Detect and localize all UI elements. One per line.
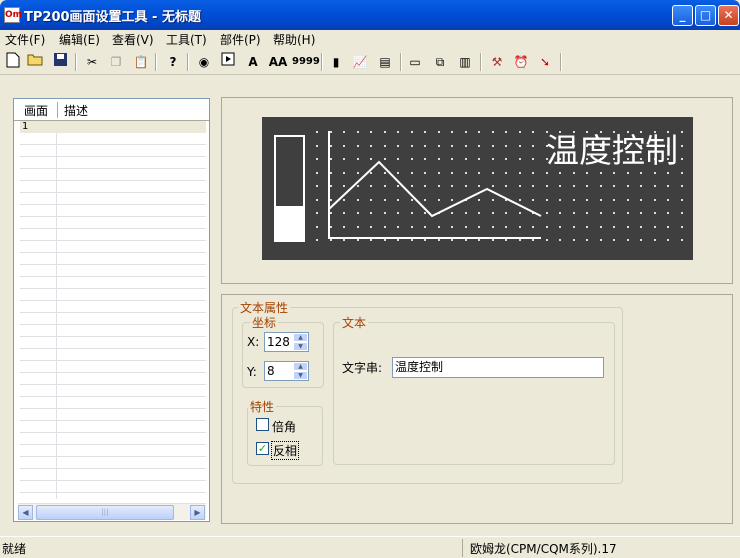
screen-list-header: 画面 描述 xyxy=(14,99,209,121)
x-label: X: xyxy=(247,335,260,349)
scroll-thumb[interactable]: ||| xyxy=(36,505,174,520)
lcd-trend-line[interactable] xyxy=(328,160,542,218)
rectangle-icon[interactable]: ▭ xyxy=(405,52,425,72)
menu-tools[interactable]: 工具(T) xyxy=(166,31,207,48)
maximize-button[interactable]: □ xyxy=(695,5,716,26)
keypad-icon[interactable]: ▥ xyxy=(455,52,475,72)
open-folder-icon[interactable] xyxy=(26,52,46,72)
paste-icon[interactable]: 📋 xyxy=(131,52,151,72)
cut-icon[interactable]: ✂ xyxy=(82,52,102,72)
table-row[interactable]: 1 xyxy=(20,121,206,133)
screen-list[interactable]: 画面 描述 1 ◀ ||| ▶ xyxy=(13,98,210,522)
lcd-text[interactable]: 温度控制 xyxy=(546,130,692,170)
screen-number: 1 xyxy=(22,121,29,132)
menu-view[interactable]: 查看(V) xyxy=(112,31,154,48)
status-bar: 就绪 欧姆龙(CPM/CQM系列).17 xyxy=(0,536,740,558)
text-large-icon[interactable]: AA xyxy=(266,52,290,72)
coord-title: 坐标 xyxy=(250,314,279,331)
toolbar: ✂ ❐ 📋 ? ◉ A AA 9999 ▮ 📈 ▤ ▭ ⧉ ▥ ⚒ ⏰ ➘ xyxy=(0,49,740,75)
traits-title: 特性 xyxy=(248,398,277,415)
alarm-clock-icon[interactable]: ⏰ xyxy=(511,52,531,72)
y-value: 8 xyxy=(267,364,275,378)
copy-icon[interactable]: ❐ xyxy=(106,52,126,72)
x-up-icon[interactable]: ▲ xyxy=(293,333,308,342)
string-label: 文字串: xyxy=(342,361,383,375)
scroll-right-icon[interactable]: ▶ xyxy=(190,505,205,520)
double-size-checkbox[interactable] xyxy=(256,418,269,431)
column-screen[interactable]: 画面 xyxy=(20,102,58,118)
scroll-left-icon[interactable]: ◀ xyxy=(18,505,33,520)
menu-parts[interactable]: 部件(P) xyxy=(220,31,261,48)
play-icon[interactable] xyxy=(218,52,238,72)
x-spinner[interactable]: 128 ▲ ▼ xyxy=(264,332,309,352)
alarm-list-icon[interactable]: ▤ xyxy=(375,52,395,72)
lamp-icon[interactable]: ◉ xyxy=(194,52,214,72)
double-size-label: 倍角 xyxy=(272,420,297,434)
download-arrow-icon[interactable]: ➘ xyxy=(535,52,555,72)
status-device: 欧姆龙(CPM/CQM系列).17 xyxy=(470,542,617,556)
minimize-button[interactable]: _ xyxy=(672,5,693,26)
numeric-display-icon[interactable]: 9999 xyxy=(292,52,320,72)
invert-checkbox[interactable]: ✓ xyxy=(256,442,269,455)
x-down-icon[interactable]: ▼ xyxy=(293,342,308,351)
invert-label: 反相 xyxy=(271,441,300,460)
menu-file[interactable]: 文件(F) xyxy=(5,31,45,48)
lcd-bar-fill xyxy=(276,206,303,240)
x-value: 128 xyxy=(267,335,290,349)
window-title: TP200画面设置工具 - 无标题 xyxy=(24,10,201,25)
save-icon[interactable] xyxy=(50,52,70,72)
help-icon[interactable]: ? xyxy=(163,52,183,72)
tools-icon[interactable]: ⚒ xyxy=(487,52,507,72)
menu-help[interactable]: 帮助(H) xyxy=(273,31,315,48)
window-icon[interactable]: ⧉ xyxy=(430,52,450,72)
lcd-trend-axes xyxy=(328,131,541,239)
horizontal-scrollbar[interactable]: ◀ ||| ▶ xyxy=(18,503,206,520)
screen-list-body: 1 xyxy=(20,121,206,499)
status-text: 就绪 xyxy=(2,542,27,556)
app-logo-icon[interactable]: Om xyxy=(4,7,22,23)
y-spinner[interactable]: 8 ▲ ▼ xyxy=(264,361,309,381)
string-input[interactable]: 温度控制 xyxy=(392,357,604,378)
new-file-icon[interactable] xyxy=(3,52,23,72)
text-group-title: 文本 xyxy=(340,314,369,331)
bar-graph-icon[interactable]: ▮ xyxy=(326,52,346,72)
title-bar: Om TP200画面设置工具 - 无标题 _ □ ✕ xyxy=(0,0,740,30)
menu-bar: 文件(F) 编辑(E) 查看(V) 工具(T) 部件(P) 帮助(H) xyxy=(0,30,740,49)
text-group xyxy=(333,322,615,465)
menu-edit[interactable]: 编辑(E) xyxy=(59,31,100,48)
y-label: Y: xyxy=(247,365,257,379)
column-description[interactable]: 描述 xyxy=(64,102,88,119)
text-small-icon[interactable]: A xyxy=(243,52,263,72)
y-down-icon[interactable]: ▼ xyxy=(293,371,308,380)
y-up-icon[interactable]: ▲ xyxy=(293,362,308,371)
trend-graph-icon[interactable]: 📈 xyxy=(350,52,370,72)
close-button[interactable]: ✕ xyxy=(718,5,739,26)
